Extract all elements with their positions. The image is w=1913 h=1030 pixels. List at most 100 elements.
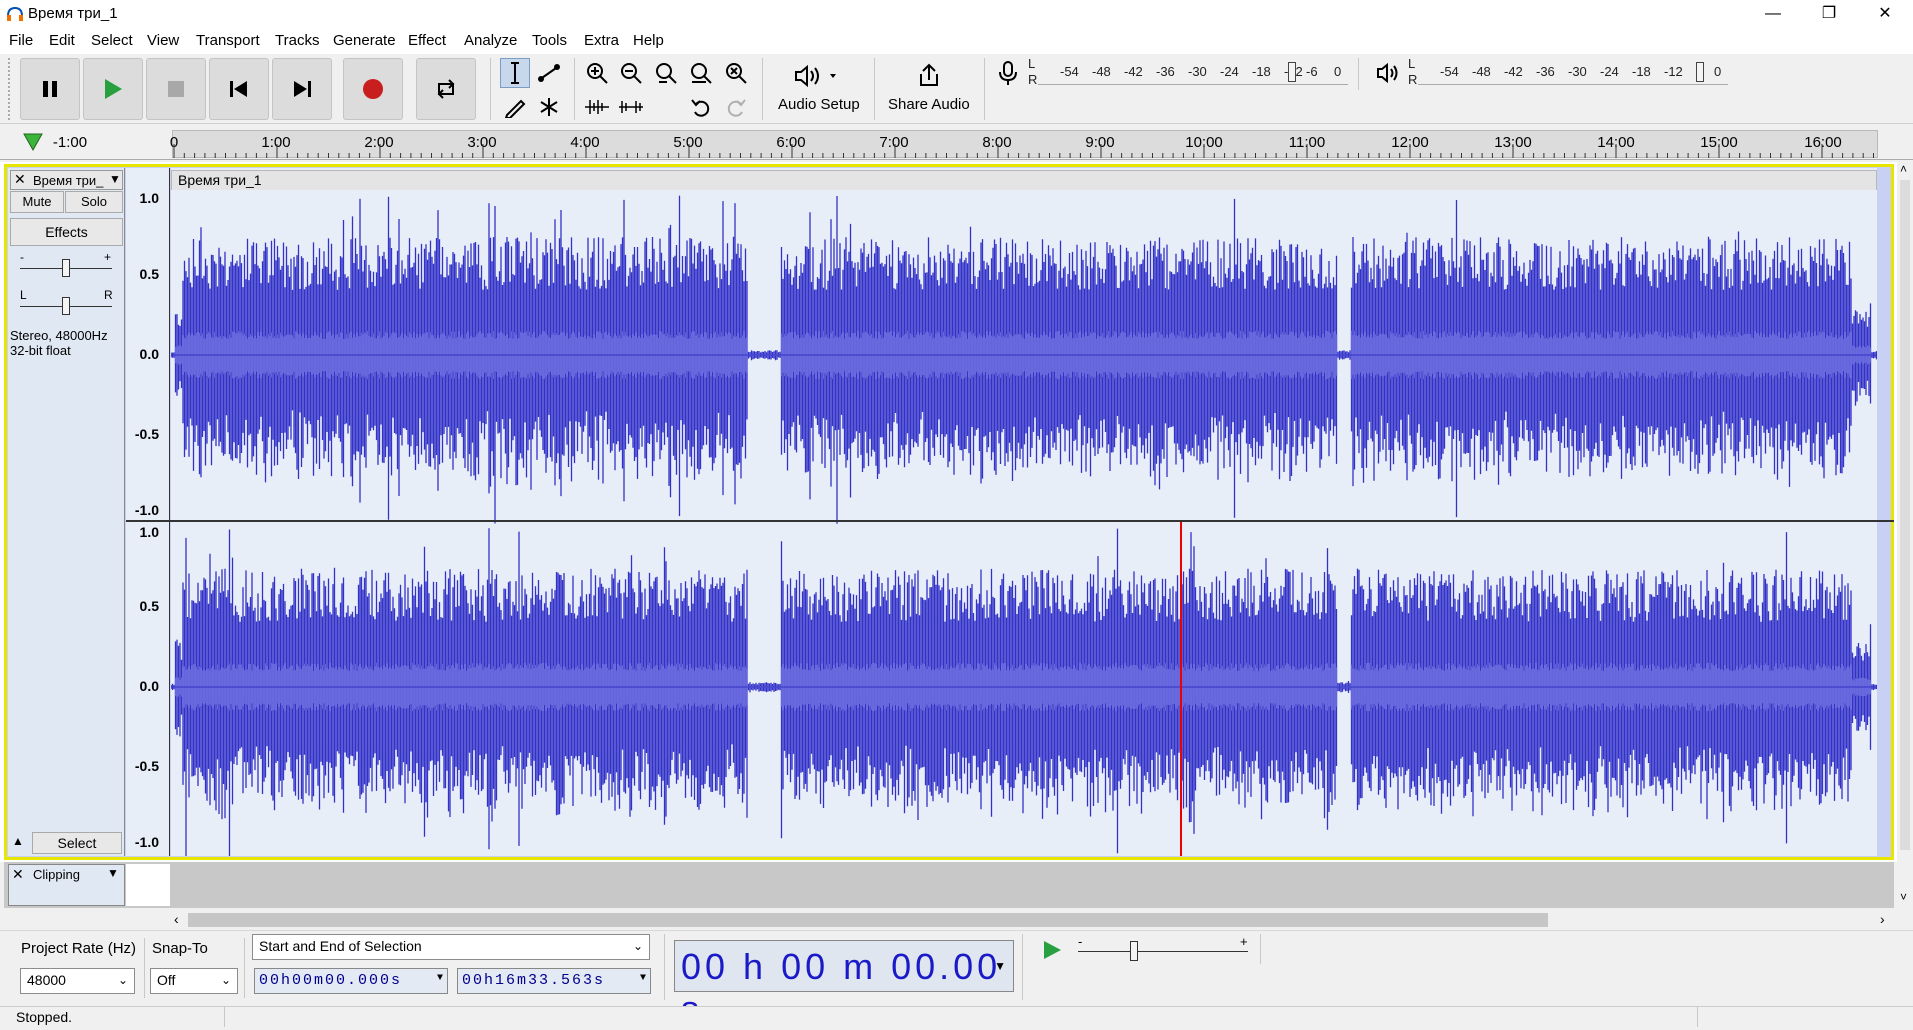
clipping-track-header[interactable]: ✕ Clipping ▼ — [8, 864, 125, 906]
tick-label: -1:00 — [52, 134, 88, 151]
status-bar: Stopped. — [0, 1006, 1913, 1027]
zoom-toggle-button[interactable] — [721, 58, 751, 88]
skip-to-start-button[interactable] — [209, 58, 269, 120]
menu-tracks[interactable]: Tracks — [275, 32, 319, 49]
loop-button[interactable] — [416, 58, 476, 120]
undo-button[interactable] — [686, 92, 716, 122]
select-track-button[interactable]: Select — [32, 832, 122, 854]
close-button[interactable]: ✕ — [1862, 0, 1908, 28]
zoom-toggle-icon — [726, 63, 747, 84]
stop-button[interactable] — [146, 58, 206, 120]
status-text: Stopped. — [16, 1009, 73, 1025]
menu-file[interactable]: File — [9, 32, 33, 49]
menu-transport[interactable]: Transport — [196, 32, 260, 49]
selection-mode-select[interactable]: Start and End of Selection ⌄ — [252, 934, 650, 960]
playback-speed-slider[interactable] — [1130, 941, 1138, 961]
vertical-scroll-thumb[interactable] — [1900, 180, 1910, 850]
selection-end-time[interactable]: 00h16m33.563s ▼ — [457, 968, 651, 994]
close-track-icon[interactable]: ✕ — [14, 171, 26, 188]
clipping-waveform[interactable] — [171, 864, 1894, 906]
menu-select[interactable]: Select — [91, 32, 133, 49]
fit-project-button[interactable] — [686, 58, 716, 88]
pan-slider[interactable] — [62, 297, 70, 315]
project-rate-label: Project Rate (Hz) — [21, 940, 137, 957]
selection-tool[interactable] — [500, 58, 530, 88]
microphone-icon[interactable] — [996, 60, 1020, 86]
chevron-down-icon: ⌄ — [117, 973, 128, 987]
project-rate-select[interactable]: 48000 ⌄ — [20, 968, 135, 994]
envelope-tool[interactable] — [534, 58, 564, 88]
playback-speaker-icon[interactable] — [1376, 62, 1400, 84]
menu-effect[interactable]: Effect — [408, 32, 446, 49]
audio-position-display[interactable]: 00 h 00 m 00.00 s▼ — [674, 940, 1014, 1029]
draw-tool[interactable] — [500, 92, 530, 122]
scroll-up-icon[interactable]: ˄ — [1900, 162, 1907, 176]
gain-slider[interactable] — [62, 259, 70, 277]
amp-label: 1.0 — [139, 190, 159, 206]
redo-icon — [727, 99, 746, 117]
zoom-out-button[interactable] — [616, 58, 646, 88]
track-format-info: Stereo, 48000Hz — [10, 328, 108, 343]
record-level-slider[interactable] — [1288, 62, 1296, 82]
audio-setup-button[interactable]: Audio Setup — [770, 58, 870, 120]
amplitude-ruler[interactable]: 1.0 0.5 0.0 -0.5 -1.0 1.0 0.5 0.0 -0.5 -… — [126, 168, 170, 856]
zoom-in-button[interactable] — [582, 58, 612, 88]
toolbar-grip[interactable] — [8, 58, 16, 120]
clip-header[interactable]: Время три_1 — [171, 170, 1877, 190]
left-channel-peaks — [171, 195, 1877, 524]
play-button[interactable] — [83, 58, 143, 120]
dropdown-arrow-icon: ▼ — [639, 973, 648, 984]
close-track-icon[interactable]: ✕ — [12, 866, 24, 883]
menu-edit[interactable]: Edit — [49, 32, 75, 49]
minimize-button[interactable]: — — [1750, 0, 1796, 28]
pause-button[interactable] — [20, 58, 80, 120]
clipping-track-name: Clipping — [33, 867, 80, 882]
menu-generate[interactable]: Generate — [333, 32, 396, 49]
waveform[interactable] — [171, 190, 1877, 856]
collapse-track-icon[interactable]: ▲ — [12, 834, 24, 848]
ruler-tick-marks — [173, 144, 1874, 158]
track-name[interactable]: Время три_ — [33, 173, 103, 188]
menu-tools[interactable]: Tools — [532, 32, 567, 49]
stop-icon — [168, 81, 184, 97]
menu-view[interactable]: View — [147, 32, 179, 49]
playback-level-slider[interactable] — [1696, 62, 1704, 82]
track-menu-dropdown-icon[interactable]: ▼ — [109, 172, 121, 186]
skip-to-end-button[interactable] — [272, 58, 332, 120]
undo-icon — [691, 99, 710, 117]
menu-extra[interactable]: Extra — [584, 32, 619, 49]
scroll-right-icon[interactable]: › — [1880, 911, 1885, 927]
trim-button[interactable] — [582, 92, 612, 122]
menu-help[interactable]: Help — [633, 32, 664, 49]
menu-analyze[interactable]: Analyze — [464, 32, 517, 49]
scroll-down-icon[interactable]: ˅ — [1900, 890, 1907, 904]
multi-tool[interactable] — [534, 92, 564, 122]
play-at-speed-icon[interactable] — [1042, 940, 1062, 960]
speed-slider-track — [1078, 951, 1248, 952]
snap-to-select[interactable]: Off ⌄ — [150, 968, 238, 994]
maximize-button[interactable]: ❐ — [1806, 0, 1852, 28]
track-header[interactable]: ✕ Время три_ ▼ — [10, 170, 123, 190]
amp-label: -0.5 — [134, 758, 159, 774]
silence-button[interactable] — [616, 92, 646, 122]
scroll-left-icon[interactable]: ‹ — [174, 911, 179, 927]
fit-selection-button[interactable] — [651, 58, 681, 88]
record-button[interactable] — [343, 58, 403, 120]
record-meter[interactable]: L R -54 -48 -42 -36 -30 -24 -18 -12 -6 0 — [1024, 56, 1350, 88]
amp-label: 1.0 — [139, 524, 159, 540]
share-audio-button[interactable]: Share Audio — [880, 58, 980, 120]
share-icon — [920, 63, 938, 86]
playback-meter[interactable]: L R -54 -48 -42 -36 -30 -24 -18 -12 0 — [1404, 56, 1730, 88]
speaker-icon — [795, 64, 836, 88]
vertical-scrollbar[interactable]: ˄ ˅ — [1897, 162, 1913, 910]
mute-button[interactable]: Mute — [10, 191, 64, 213]
selection-start-time[interactable]: 00h00m00.000s ▼ — [254, 968, 448, 994]
redo-button[interactable] — [721, 92, 751, 122]
chevron-down-icon: ⌄ — [220, 973, 231, 987]
effects-button[interactable]: Effects — [10, 218, 123, 246]
track-menu-dropdown-icon[interactable]: ▼ — [107, 866, 119, 880]
horizontal-scroll-thumb[interactable] — [188, 913, 1548, 927]
pencil-icon — [504, 99, 526, 118]
solo-button[interactable]: Solo — [65, 191, 123, 213]
amp-label: 0.0 — [139, 346, 159, 362]
